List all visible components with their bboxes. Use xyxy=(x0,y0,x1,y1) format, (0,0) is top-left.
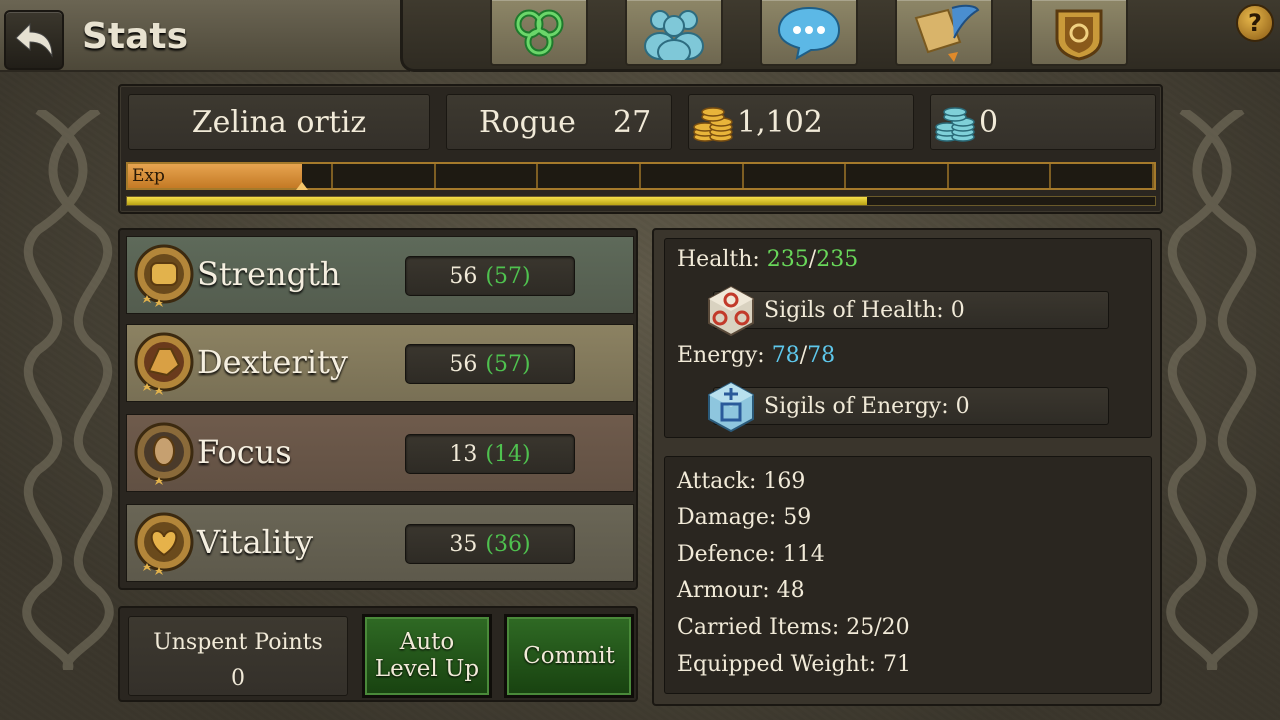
experience-marker-icon xyxy=(296,182,309,190)
health-sigil-icon xyxy=(708,285,754,337)
experience-label: Exp xyxy=(132,166,165,186)
gems-box: 0 xyxy=(930,94,1156,150)
nav-chat-button[interactable] xyxy=(760,0,858,66)
unspent-points-box: Unspent Points 0 xyxy=(128,616,348,696)
celtic-knot-decoration xyxy=(1166,110,1258,670)
experience-segment xyxy=(846,164,949,188)
health-line: Health: 235/235 xyxy=(677,247,858,272)
combat-stats-panel: Attack: 169 Damage: 59 Defence: 114 Armo… xyxy=(664,456,1152,694)
unspent-points-value: 0 xyxy=(231,666,245,691)
sigils-of-energy: Sigils of Energy: 0 xyxy=(764,393,970,419)
attribute-value: 13 xyxy=(449,441,478,467)
attribute-value-box: 56 (57) xyxy=(405,256,575,296)
celtic-knot-decoration xyxy=(22,110,114,670)
chat-icon xyxy=(777,6,841,60)
attribute-name: Vitality xyxy=(197,523,314,561)
attribute-row-strength[interactable]: Strength 56 (57) xyxy=(126,236,634,314)
party-icon xyxy=(644,10,704,60)
nav-party-button[interactable] xyxy=(625,0,723,66)
attribute-value: 56 xyxy=(449,351,478,377)
experience-segment xyxy=(333,164,436,188)
attributes-panel: Strength 56 (57) Dexterity 56 (57) Focus… xyxy=(118,228,638,590)
experience-segment xyxy=(538,164,641,188)
experience-bar: Exp xyxy=(126,162,1156,190)
help-button[interactable]: ? xyxy=(1236,4,1274,42)
strength-fist-icon xyxy=(134,244,194,307)
unspent-points-label: Unspent Points xyxy=(153,630,323,655)
quest-scroll-icon xyxy=(914,4,980,62)
attribute-row-vitality[interactable]: Vitality 35 (36) xyxy=(126,504,634,582)
attribute-row-focus[interactable]: Focus 13 (14) xyxy=(126,414,634,492)
sigils-of-energy-box: Sigils of Energy: 0 xyxy=(708,381,1109,433)
character-header-panel: Zelina ortiz Rogue 27 1,102 0 Exp xyxy=(118,84,1163,214)
attribute-name: Dexterity xyxy=(197,343,348,381)
commit-button[interactable]: Commit xyxy=(504,614,634,698)
stat-attack: Attack: 169 xyxy=(677,469,806,494)
energy-sigil-icon xyxy=(708,381,754,433)
controls-panel: Unspent Points 0 Auto Level Up Commit xyxy=(118,606,638,702)
attribute-value-box: 56 (57) xyxy=(405,344,575,384)
attribute-name: Focus xyxy=(197,433,292,471)
stat-carried-items: Carried Items: 25/20 xyxy=(677,615,910,640)
focus-head-icon xyxy=(134,422,194,485)
vitality-heart-icon xyxy=(134,512,194,575)
character-level: 27 xyxy=(613,104,652,140)
character-name: Zelina ortiz xyxy=(191,104,367,140)
experience-segment xyxy=(1051,164,1154,188)
energy-max: 78 xyxy=(807,343,836,368)
attribute-value-box: 35 (36) xyxy=(405,524,575,564)
crystal-coins-icon xyxy=(935,107,975,142)
attribute-bonus: (57) xyxy=(485,263,531,289)
dexterity-gauntlet-icon xyxy=(134,332,194,395)
attribute-bonus: (57) xyxy=(485,351,531,377)
health-label: Health: xyxy=(677,247,767,272)
auto-level-up-label-line1: Auto xyxy=(399,629,455,655)
attribute-bonus: (36) xyxy=(485,531,531,557)
level-progress-bar xyxy=(126,196,1156,206)
energy-current: 78 xyxy=(771,343,800,368)
experience-segment xyxy=(949,164,1052,188)
attribute-value-box: 13 (14) xyxy=(405,434,575,474)
triskele-icon xyxy=(514,9,564,57)
stat-defence: Defence: 114 xyxy=(677,542,825,567)
stat-armour: Armour: 48 xyxy=(677,578,805,603)
stat-damage: Damage: 59 xyxy=(677,505,812,530)
guild-shield-icon xyxy=(1055,9,1103,61)
attribute-value: 56 xyxy=(449,263,478,289)
class-level-box: Rogue 27 xyxy=(446,94,672,150)
health-max: 235 xyxy=(816,247,859,272)
character-name-box: Zelina ortiz xyxy=(128,94,430,150)
attribute-row-dexterity[interactable]: Dexterity 56 (57) xyxy=(126,324,634,402)
back-arrow-icon xyxy=(15,22,53,58)
sigils-of-health-box: Sigils of Health: 0 xyxy=(708,285,1109,337)
auto-level-up-label-line2: Level Up xyxy=(374,656,480,682)
character-class: Rogue xyxy=(479,104,576,140)
back-button[interactable] xyxy=(4,10,64,70)
attribute-value: 35 xyxy=(449,531,478,557)
gold-amount: 1,102 xyxy=(737,104,823,140)
health-current: 235 xyxy=(766,247,809,272)
attribute-name: Strength xyxy=(197,255,341,293)
nav-triskele-button[interactable] xyxy=(490,0,588,66)
page-title: Stats xyxy=(82,16,189,57)
energy-separator: / xyxy=(799,343,808,368)
experience-segment xyxy=(641,164,744,188)
experience-segment xyxy=(436,164,539,188)
nav-guild-button[interactable] xyxy=(1030,0,1128,66)
gem-amount: 0 xyxy=(979,104,999,140)
stat-equipped-weight: Equipped Weight: 71 xyxy=(677,652,911,677)
experience-segment xyxy=(744,164,847,188)
attribute-bonus: (14) xyxy=(485,441,531,467)
auto-level-up-button[interactable]: Auto Level Up xyxy=(362,614,492,698)
level-progress-fill xyxy=(127,197,868,205)
gold-box: 1,102 xyxy=(688,94,914,150)
nav-quest-button[interactable] xyxy=(895,0,993,66)
sigils-of-health: Sigils of Health: 0 xyxy=(764,297,965,323)
vitals-panel: Health: 235/235 Sigils of Health: 0 Ener… xyxy=(664,238,1152,438)
energy-line: Energy: 78/78 xyxy=(677,343,835,368)
energy-label: Energy: xyxy=(677,343,772,368)
gold-coins-icon xyxy=(693,107,733,142)
